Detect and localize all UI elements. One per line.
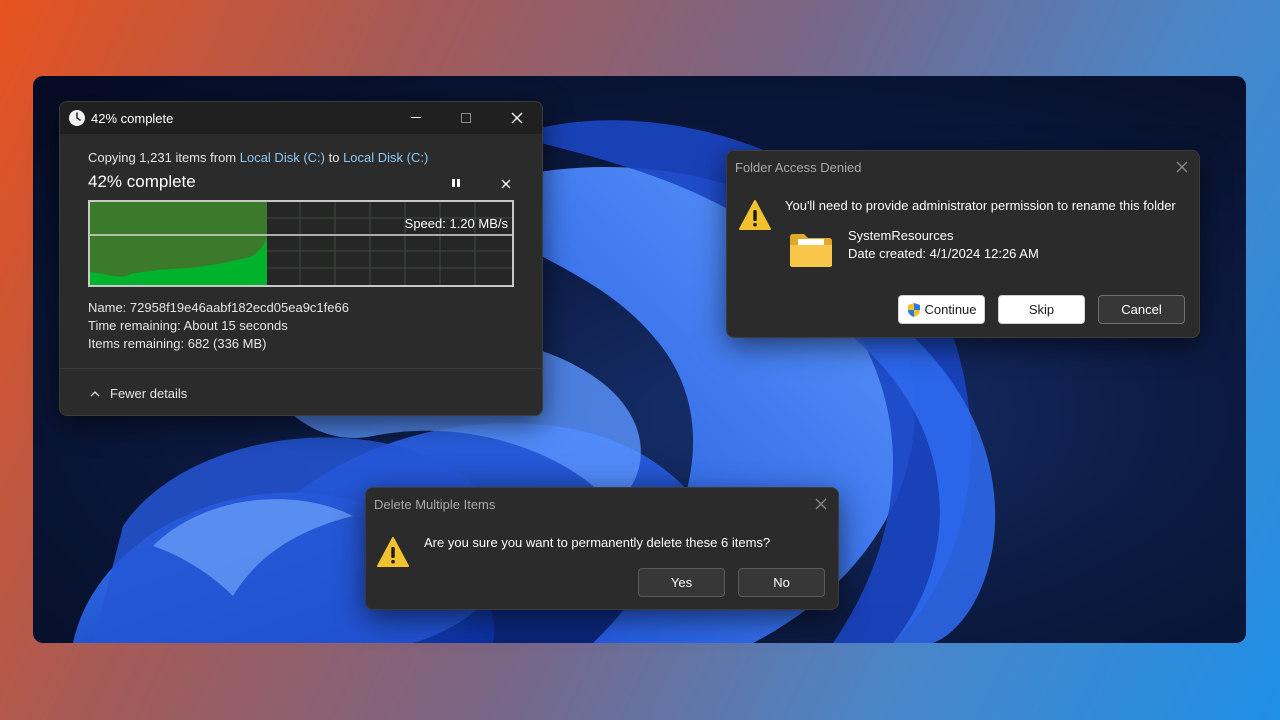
copy-summary-prefix: Copying 1,231 items from bbox=[88, 150, 240, 165]
access-dialog-title: Folder Access Denied bbox=[735, 160, 862, 175]
cancel-button[interactable]: Cancel bbox=[1098, 295, 1185, 324]
minimize-icon bbox=[411, 117, 421, 118]
uac-shield-icon bbox=[906, 302, 922, 318]
copy-body: Copying 1,231 items from Local Disk (C:)… bbox=[60, 134, 542, 415]
folder-date-created: Date created: 4/1/2024 12:26 AM bbox=[848, 246, 1039, 261]
stop-button[interactable] bbox=[496, 174, 516, 194]
stop-icon bbox=[501, 179, 511, 189]
access-message: You'll need to provide administrator per… bbox=[785, 198, 1176, 213]
close-button[interactable] bbox=[494, 102, 540, 134]
delete-dialog-title: Delete Multiple Items bbox=[374, 497, 496, 512]
copy-window-title: 42% complete bbox=[91, 111, 174, 126]
copy-summary-to: to bbox=[324, 150, 344, 165]
items-label: Items remaining: bbox=[88, 336, 185, 351]
name-row: Name: 72958f19e46aabf182ecd05ea9c1fe66 bbox=[88, 300, 349, 315]
continue-label: Continue bbox=[924, 302, 977, 317]
minimize-button[interactable] bbox=[393, 102, 439, 134]
time-row: Time remaining: About 15 seconds bbox=[88, 318, 288, 333]
copy-summary: Copying 1,231 items from Local Disk (C:)… bbox=[88, 150, 428, 165]
skip-label: Skip bbox=[1028, 302, 1055, 317]
pause-icon bbox=[452, 179, 460, 187]
name-label: Name: bbox=[88, 300, 127, 315]
folder-icon bbox=[788, 231, 834, 269]
no-label: No bbox=[773, 575, 790, 590]
delete-titlebar: Delete Multiple Items bbox=[366, 488, 838, 520]
name-value: 72958f19e46aabf182ecd05ea9c1fe66 bbox=[129, 300, 349, 315]
copy-progress-dialog: 42% complete Copying 1,231 items from Lo… bbox=[59, 101, 543, 416]
close-icon bbox=[815, 498, 827, 510]
yes-button[interactable]: Yes bbox=[638, 568, 725, 597]
delete-close-button[interactable] bbox=[798, 488, 838, 520]
chevron-up-icon bbox=[90, 391, 100, 397]
speed-label: Speed: 1.20 MB/s bbox=[404, 216, 508, 231]
maximize-icon bbox=[461, 113, 471, 123]
items-row: Items remaining: 682 (336 MB) bbox=[88, 336, 266, 351]
access-titlebar: Folder Access Denied bbox=[727, 151, 1199, 183]
clock-icon bbox=[68, 109, 86, 127]
maximize-button[interactable] bbox=[443, 102, 489, 134]
no-button[interactable]: No bbox=[738, 568, 825, 597]
folder-name: SystemResources bbox=[848, 228, 954, 243]
warning-icon bbox=[376, 536, 410, 568]
time-value: About 15 seconds bbox=[183, 318, 288, 333]
skip-button[interactable]: Skip bbox=[998, 295, 1085, 324]
close-icon bbox=[1176, 161, 1188, 173]
items-value: 682 (336 MB) bbox=[187, 336, 267, 351]
close-icon bbox=[511, 112, 523, 124]
folder-access-denied-dialog: Folder Access Denied You'll need to prov… bbox=[726, 150, 1200, 338]
time-label: Time remaining: bbox=[88, 318, 181, 333]
warning-icon bbox=[738, 199, 772, 231]
access-close-button[interactable] bbox=[1159, 151, 1199, 183]
copy-titlebar: 42% complete bbox=[60, 102, 542, 134]
cancel-label: Cancel bbox=[1121, 302, 1162, 317]
delete-multiple-items-dialog: Delete Multiple Items Are you sure you w… bbox=[365, 487, 839, 610]
details-divider bbox=[60, 368, 542, 369]
fewer-details-label: Fewer details bbox=[110, 386, 188, 401]
progress-status: 42% complete bbox=[88, 172, 196, 191]
transfer-speed-graph: Speed: 1.20 MB/s bbox=[88, 200, 514, 287]
destination-link[interactable]: Local Disk (C:) bbox=[343, 150, 428, 165]
pause-button[interactable] bbox=[446, 174, 466, 194]
delete-message: Are you sure you want to permanently del… bbox=[424, 535, 771, 550]
continue-button[interactable]: Continue bbox=[898, 295, 985, 324]
yes-label: Yes bbox=[670, 575, 693, 590]
source-link[interactable]: Local Disk (C:) bbox=[240, 150, 325, 165]
fewer-details-button[interactable]: Fewer details bbox=[90, 386, 187, 401]
